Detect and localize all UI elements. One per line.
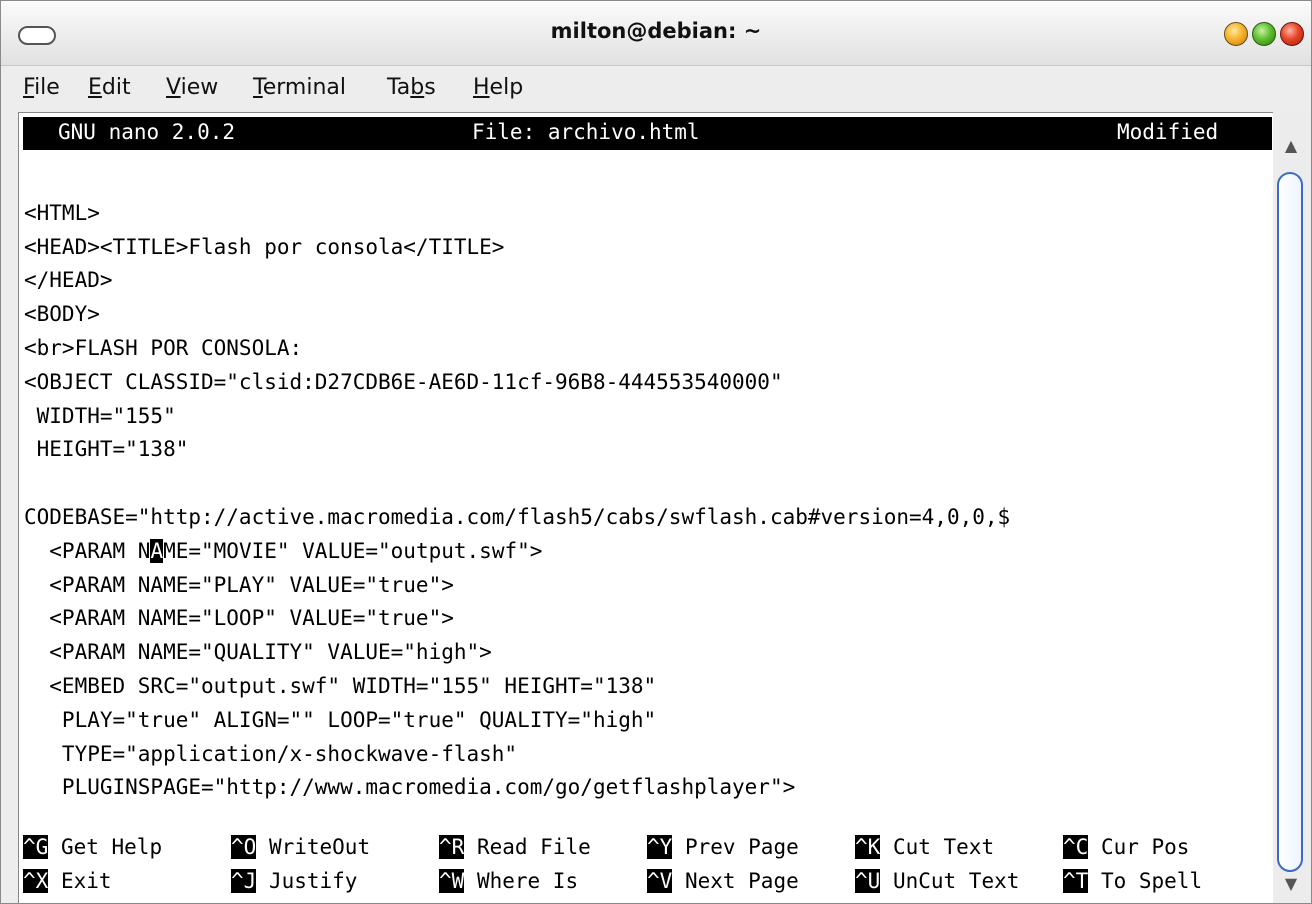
shortcut-label: UnCut Text: [880, 869, 1020, 893]
shortcut-label: Cur Pos: [1088, 835, 1190, 859]
shortcut-item[interactable]: ^U UnCut Text: [855, 864, 1019, 898]
shortcut-key: ^T: [1063, 869, 1089, 893]
shortcut-item[interactable]: ^Y Prev Page: [647, 830, 799, 864]
code-line: <HTML>: [24, 200, 100, 225]
close-button[interactable]: [1280, 22, 1304, 46]
shortcut-item[interactable]: ^W Where Is: [439, 864, 578, 898]
nano-filename: File: archivo.html: [472, 120, 700, 144]
shortcut-item[interactable]: ^T To Spell: [1063, 864, 1202, 898]
code-line: WIDTH="155": [24, 403, 176, 428]
shortcut-item[interactable]: ^V Next Page: [647, 864, 799, 898]
code-line: <br>FLASH POR CONSOLA:: [24, 336, 303, 360]
code-line: PLUGINSPAGE="http://www.macromedia.com/g…: [24, 775, 796, 800]
shortcut-item[interactable]: ^O WriteOut: [231, 830, 370, 864]
shortcut-item[interactable]: ^R Read File: [439, 830, 591, 864]
code-line: TYPE="application/x-shockwave-flash": [24, 741, 518, 766]
menu-view[interactable]: View: [166, 75, 218, 100]
shortcut-label: Justify: [256, 869, 358, 893]
shortcut-label: To Spell: [1088, 869, 1203, 893]
shortcut-key: ^J: [231, 869, 257, 893]
shortcut-key: ^K: [855, 835, 881, 859]
shortcut-key: ^V: [647, 869, 673, 893]
code-line: HEIGHT="138": [24, 437, 189, 462]
nano-status: Modified: [1117, 120, 1219, 144]
shortcut-item[interactable]: ^J Justify: [231, 864, 357, 898]
code-line: PLAY="true" ALIGN="" LOOP="true" QUALITY…: [24, 707, 657, 732]
code-line: <PARAM NAME="LOOP" VALUE="true">: [24, 606, 454, 631]
code-line: <PARAM NAME="PLAY" VALUE="true">: [24, 572, 454, 597]
maximize-button[interactable]: [1252, 22, 1276, 46]
shortcut-label: Read File: [464, 835, 591, 859]
shortcut-item[interactable]: ^C Cur Pos: [1063, 830, 1189, 864]
shortcut-label: Exit: [48, 869, 112, 893]
code-line: <BODY>: [24, 302, 100, 327]
nano-version: GNU nano 2.0.2: [58, 120, 236, 144]
shortcut-key: ^U: [855, 869, 881, 893]
code-line: <HEAD><TITLE>Flash por consola</TITLE>: [24, 234, 505, 259]
scroll-up-icon[interactable]: ▲: [1279, 135, 1303, 157]
menu-file[interactable]: File: [23, 75, 60, 100]
scroll-thumb[interactable]: [1277, 172, 1303, 872]
menu-terminal[interactable]: Terminal: [253, 75, 346, 100]
shortcut-label: Next Page: [672, 869, 799, 893]
shortcut-label: Prev Page: [672, 835, 799, 859]
shortcut-key: ^Y: [647, 835, 673, 859]
terminal-window: milton@debian: ~ File Edit View Terminal…: [0, 0, 1312, 904]
shortcut-label: Cut Text: [880, 835, 995, 859]
code-line: <EMBED SRC="output.swf" WIDTH="155" HEIG…: [24, 674, 657, 698]
shortcut-key: ^W: [439, 869, 465, 893]
code-line: <OBJECT CLASSID="clsid:D27CDB6E-AE6D-11c…: [24, 369, 783, 394]
shortcut-label: WriteOut: [256, 835, 371, 859]
shortcut-key: ^C: [1063, 835, 1089, 859]
shortcut-key: ^R: [439, 835, 465, 859]
menu-edit[interactable]: Edit: [88, 75, 131, 100]
shortcut-item[interactable]: ^K Cut Text: [855, 830, 994, 864]
code-line: </HEAD>: [24, 268, 113, 293]
vertical-scrollbar[interactable]: ▲ ▼: [1274, 112, 1310, 902]
shortcut-key: ^G: [23, 835, 49, 859]
menu-bar: File Edit View Terminal Tabs Help: [1, 66, 1311, 110]
menu-help[interactable]: Help: [473, 75, 523, 100]
scroll-down-icon[interactable]: ▼: [1279, 873, 1303, 895]
menu-tabs[interactable]: Tabs: [387, 75, 436, 100]
shortcut-label: Where Is: [464, 869, 579, 893]
window-title: milton@debian: ~: [550, 19, 762, 43]
shortcut-item[interactable]: ^G Get Help: [23, 830, 162, 864]
shortcut-item[interactable]: ^X Exit: [23, 864, 112, 898]
shortcut-key: ^X: [23, 869, 49, 893]
code-line: <PARAM NAME="QUALITY" VALUE="high">: [24, 640, 492, 665]
terminal-content[interactable]: GNU nano 2.0.2 File: archivo.html Modifi…: [18, 112, 1273, 903]
text-cursor: A: [150, 538, 164, 563]
minimize-button[interactable]: [1224, 22, 1248, 46]
code-line: <PARAM NAME="MOVIE" VALUE="output.swf">: [24, 538, 543, 563]
code-line: CODEBASE="http://active.macromedia.com/f…: [24, 505, 1011, 529]
shortcut-label: Get Help: [48, 835, 163, 859]
shortcut-key: ^O: [231, 835, 257, 859]
title-bar[interactable]: milton@debian: ~: [1, 1, 1311, 66]
nano-header: GNU nano 2.0.2 File: archivo.html Modifi…: [23, 117, 1272, 150]
